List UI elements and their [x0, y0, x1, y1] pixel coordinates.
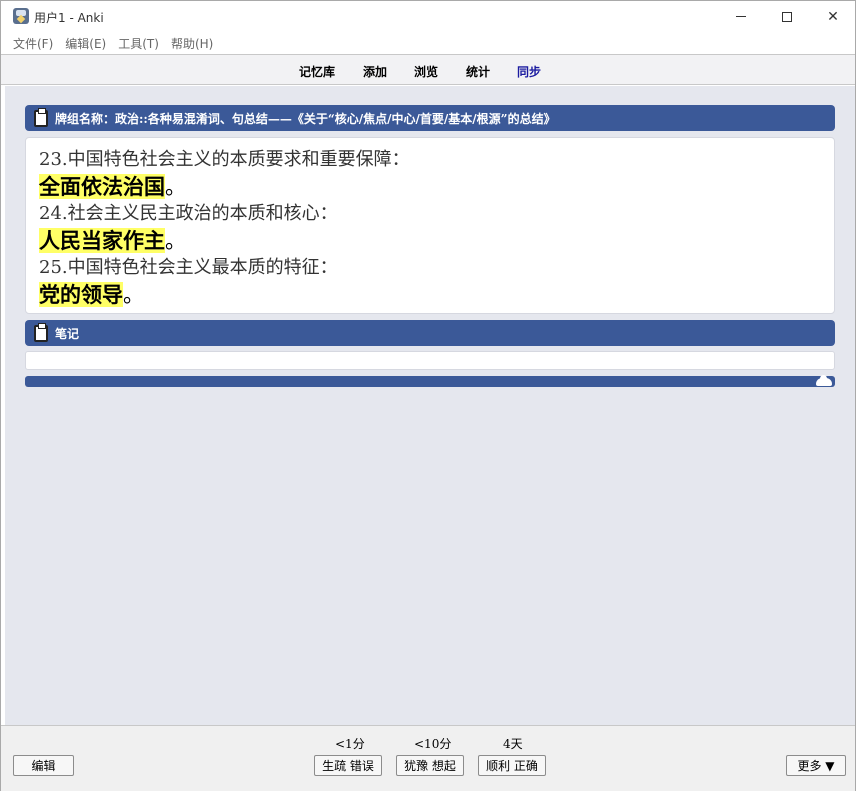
menu-help[interactable]: 帮助(H): [167, 35, 221, 52]
anki-logo-icon: [13, 8, 29, 24]
top-toolbar: 记忆库 添加 浏览 统计 同步: [1, 54, 855, 85]
decks-link[interactable]: 记忆库: [299, 63, 335, 80]
browse-link[interactable]: 浏览: [414, 63, 438, 80]
anki-window: 用户1 - Anki ✕ 文件(F) 编辑(E) 工具(T) 帮助(H) 记忆库…: [0, 0, 856, 791]
again-button[interactable]: 生疏 错误: [314, 755, 382, 776]
answer-suffix: 。: [123, 283, 144, 307]
maximize-button[interactable]: [764, 1, 810, 32]
clipboard-icon: [34, 107, 48, 127]
review-area: 牌组名称：政治::各种易混淆词、句总结——《关于“核心/焦点/中心/首要/基本/…: [5, 86, 855, 725]
cloud-icon[interactable]: [816, 375, 832, 386]
close-button[interactable]: ✕: [810, 1, 856, 32]
menu-file[interactable]: 文件(F): [1, 35, 61, 52]
window-title: 用户1 - Anki: [34, 11, 104, 25]
sync-link[interactable]: 同步: [517, 63, 541, 80]
question-line: 23.中国特色社会主义的本质要求和重要保障：: [39, 149, 410, 170]
title-bar: 用户1 - Anki ✕: [1, 1, 855, 32]
hard-button[interactable]: 犹豫 想起: [396, 755, 464, 776]
minimize-icon: [736, 16, 746, 17]
answer-suffix: 。: [165, 175, 186, 199]
answer-highlight: 人民当家作主: [39, 228, 165, 253]
minimize-button[interactable]: [718, 1, 764, 32]
add-link[interactable]: 添加: [363, 63, 387, 80]
menu-bar: 文件(F) 编辑(E) 工具(T) 帮助(H): [1, 32, 855, 54]
answer-suffix: 。: [165, 229, 186, 253]
answer-line: 全面依法治国。: [39, 173, 834, 201]
notes-header: 笔记: [25, 320, 835, 346]
more-button[interactable]: 更多 ▼: [786, 755, 846, 776]
clipboard-icon: [34, 322, 48, 342]
good-interval: 4天: [503, 737, 523, 751]
again-interval: <1分: [335, 737, 365, 751]
question-line: 24.社会主义民主政治的本质和核心：: [39, 203, 338, 224]
maximize-icon: [782, 11, 792, 22]
answer-line: 人民当家作主。: [39, 227, 834, 255]
deck-name-text: 牌组名称：政治::各种易混淆词、句总结——《关于“核心/焦点/中心/首要/基本/…: [55, 111, 556, 126]
notes-header-text: 笔记: [55, 326, 80, 341]
deck-name-header: 牌组名称：政治::各种易混淆词、句总结——《关于“核心/焦点/中心/首要/基本/…: [25, 105, 835, 131]
hard-interval: <10分: [414, 737, 452, 751]
card-content: 23.中国特色社会主义的本质要求和重要保障： 全面依法治国。 24.社会主义民主…: [25, 137, 835, 314]
answer-highlight: 党的领导: [39, 282, 123, 307]
card-footer-bar: [25, 375, 835, 387]
menu-edit[interactable]: 编辑(E): [61, 35, 114, 52]
menu-tools[interactable]: 工具(T): [114, 35, 167, 52]
question-line: 25.中国特色社会主义最本质的特征：: [39, 257, 338, 278]
answer-bar: <1分 <10分 4天 编辑 生疏 错误 犹豫 想起 顺利 正确 更多 ▼: [1, 725, 855, 791]
good-button[interactable]: 顺利 正确: [478, 755, 546, 776]
answer-line: 党的领导。: [39, 281, 834, 309]
stats-link[interactable]: 统计: [466, 63, 490, 80]
edit-button[interactable]: 编辑: [13, 755, 74, 776]
notes-field[interactable]: [25, 351, 835, 370]
answer-highlight: 全面依法治国: [39, 174, 165, 199]
close-icon: ✕: [827, 8, 839, 25]
